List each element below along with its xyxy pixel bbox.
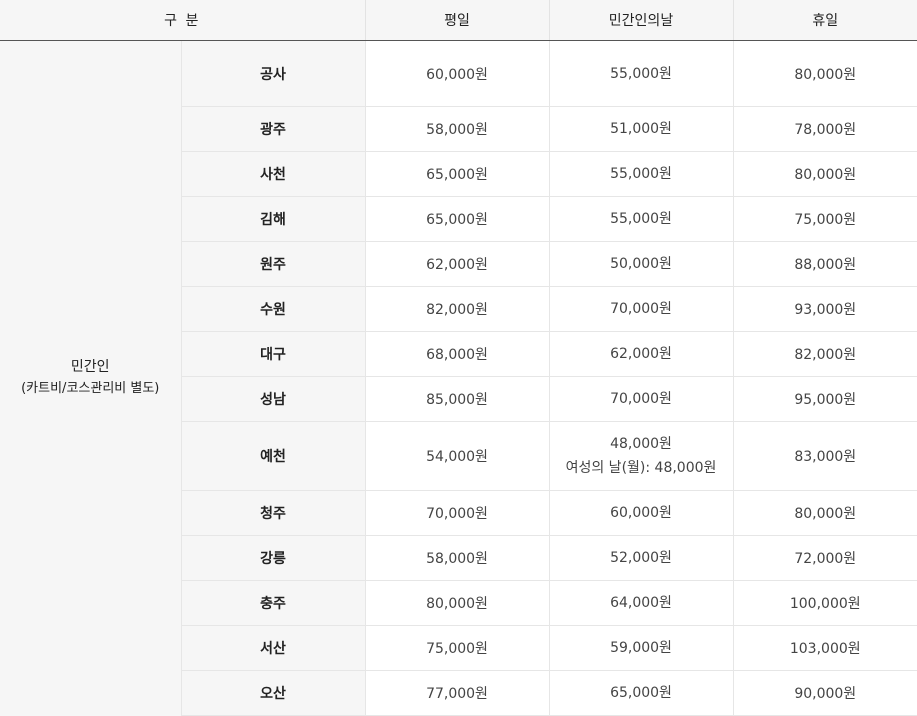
holiday-fee: 80,000원	[732, 40, 917, 107]
weekday-fee: 70,000원	[364, 490, 549, 536]
location-cell: 서산	[180, 625, 365, 671]
weekday-fee: 60,000원	[364, 40, 549, 107]
location-cell: 성남	[180, 376, 365, 422]
header-category: 구 분	[0, 0, 365, 41]
civilian-day-fee: 52,000원	[548, 535, 733, 581]
header-category-label: 구 분	[164, 13, 201, 29]
location-cell: 강릉	[180, 535, 365, 581]
weekday-fee: 82,000원	[364, 286, 549, 332]
civilian-day-fee-value: 50,000원	[610, 256, 672, 272]
civilian-day-fee-value: 70,000원	[610, 391, 672, 407]
location-cell: 원주	[180, 241, 365, 287]
header-holiday: 휴일	[732, 0, 917, 41]
civilian-day-fee-value: 60,000원	[610, 505, 672, 521]
location-cell: 공사	[180, 40, 365, 107]
civilian-day-fee: 55,000원	[548, 40, 733, 107]
table-header: 구 분 평일 민간인의날 휴일	[0, 0, 917, 41]
location-cell: 광주	[180, 106, 365, 152]
civilian-day-fee-value: 59,000원	[610, 640, 672, 656]
location-cell: 청주	[180, 490, 365, 536]
location-cell: 충주	[180, 580, 365, 626]
table-body: 민간인 (카트비/코스관리비 별도) 공사 60,000원 55,000원 80,000원…	[0, 40, 917, 716]
civilian-day-fee: 62,000원	[548, 331, 733, 377]
location-cell: 김해	[180, 196, 365, 242]
civilian-day-fee-value: 52,000원	[610, 550, 672, 566]
holiday-fee: 83,000원	[732, 421, 917, 491]
holiday-fee: 93,000원	[732, 286, 917, 332]
weekday-fee: 68,000원	[364, 331, 549, 377]
header-row: 구 분 평일 민간인의날 휴일	[0, 0, 917, 41]
holiday-fee: 72,000원	[732, 535, 917, 581]
location-cell: 사천	[180, 151, 365, 197]
civilian-day-fee: 59,000원	[548, 625, 733, 671]
location-cell: 수원	[180, 286, 365, 332]
holiday-fee: 80,000원	[732, 151, 917, 197]
holiday-fee: 103,000원	[732, 625, 917, 671]
weekday-fee: 65,000원	[364, 196, 549, 242]
weekday-fee: 58,000원	[364, 535, 549, 581]
civilian-day-fee-value: 55,000원	[610, 65, 672, 82]
holiday-fee: 80,000원	[732, 490, 917, 536]
table-row: 민간인 (카트비/코스관리비 별도) 공사 60,000원 55,000원 80,000원	[0, 40, 917, 716]
weekday-fee: 75,000원	[364, 625, 549, 671]
weekday-fee: 65,000원	[364, 151, 549, 197]
weekday-fee: 54,000원	[364, 421, 549, 491]
weekday-fee: 85,000원	[364, 376, 549, 422]
weekday-fee: 77,000원	[364, 670, 549, 716]
civilian-day-fee: 64,000원	[548, 580, 733, 626]
holiday-fee: 75,000원	[732, 196, 917, 242]
civilian-day-fee: 65,000원	[548, 670, 733, 716]
civilian-day-fee-value: 62,000원	[610, 346, 672, 362]
civilian-day-fee: 60,000원	[548, 490, 733, 536]
holiday-fee: 88,000원	[732, 241, 917, 287]
weekday-fee: 62,000원	[364, 241, 549, 287]
civilian-day-fee: 55,000원	[548, 196, 733, 242]
civilian-day-fee: 48,000원여성의 날(월): 48,000원	[548, 421, 733, 491]
holiday-fee: 78,000원	[732, 106, 917, 152]
holiday-fee: 95,000원	[732, 376, 917, 422]
category-title: 민간인	[70, 359, 110, 376]
location-cell: 예천	[180, 421, 365, 491]
weekday-fee: 58,000원	[364, 106, 549, 152]
civilian-day-fee-value: 48,000원	[610, 436, 672, 452]
location-cell: 대구	[180, 331, 365, 377]
holiday-fee: 90,000원	[732, 670, 917, 716]
location-cell: 오산	[180, 670, 365, 716]
civilian-day-fee-note: 여성의 날(월): 48,000원	[565, 460, 717, 476]
civilian-day-fee-value: 51,000원	[610, 121, 672, 137]
civilian-day-fee-value: 70,000원	[610, 301, 672, 317]
civilian-day-fee: 50,000원	[548, 241, 733, 287]
civilian-day-fee-value: 55,000원	[610, 166, 672, 182]
civilian-day-fee: 70,000원	[548, 286, 733, 332]
holiday-fee: 82,000원	[732, 331, 917, 377]
green-fee-table: 구 분 평일 민간인의날 휴일 민간인 (카트비/코스관리비 별도) 공사 60,00…	[0, 0, 917, 716]
weekday-fee: 80,000원	[364, 580, 549, 626]
category-subtitle: (카트비/코스관리비 별도)	[21, 381, 160, 397]
civilian-day-fee-value: 65,000원	[610, 685, 672, 701]
civilian-day-fee-value: 64,000원	[610, 595, 672, 611]
header-weekday: 평일	[364, 0, 549, 41]
holiday-fee: 100,000원	[732, 580, 917, 626]
civilian-day-fee-value: 55,000원	[610, 211, 672, 227]
category-cell: 민간인 (카트비/코스관리비 별도)	[0, 40, 181, 716]
header-civilian-day: 민간인의날	[548, 0, 733, 41]
civilian-day-fee: 51,000원	[548, 106, 733, 152]
civilian-day-fee: 55,000원	[548, 151, 733, 197]
civilian-day-fee: 70,000원	[548, 376, 733, 422]
